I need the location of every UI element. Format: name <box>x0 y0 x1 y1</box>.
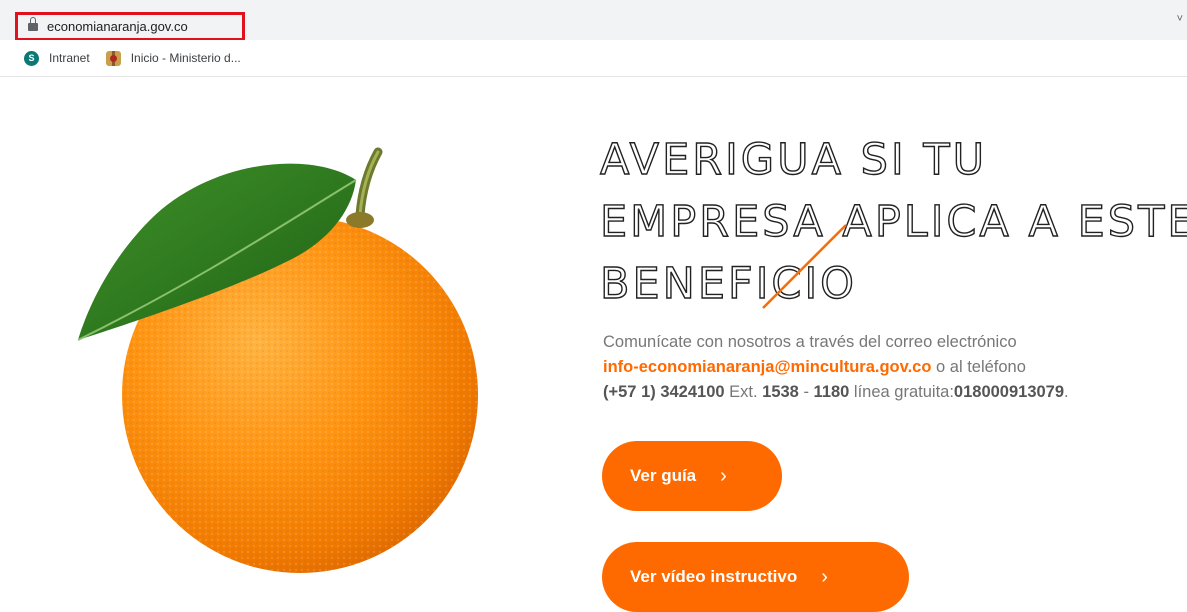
url-field[interactable]: economianaranja.gov.co <box>15 12 245 41</box>
sharepoint-icon: S <box>24 50 39 66</box>
ext-sep: - <box>798 382 814 401</box>
dropdown-chevron-icon[interactable]: ˅ <box>1177 13 1183 25</box>
chevron-right-icon: › <box>821 565 828 588</box>
headline-line-3: beneficio <box>599 258 857 309</box>
toll-free-label: línea gratuita: <box>849 382 954 401</box>
view-video-button[interactable]: Ver vídeo instructivo › <box>602 542 909 612</box>
bookmark-label: Intranet <box>49 51 90 65</box>
bookmarks-bar: S Intranet Inicio - Ministerio d... <box>0 40 1187 77</box>
bookmark-intranet[interactable]: S Intranet <box>24 50 90 66</box>
url-text: economianaranja.gov.co <box>47 19 188 34</box>
decorative-slash <box>762 224 847 309</box>
view-guide-button[interactable]: Ver guía › <box>602 441 782 511</box>
orange-image <box>60 130 560 600</box>
headline-line-1: Averigua si tu <box>599 134 988 185</box>
toll-free-number: 018000913079 <box>953 382 1065 401</box>
contact-intro: Comunícate con nosotros a través del cor… <box>603 332 1017 351</box>
address-bar: economianaranja.gov.co ˅ <box>0 0 1187 41</box>
bookmark-ministerio[interactable]: Inicio - Ministerio d... <box>105 50 241 66</box>
crest-icon <box>105 50 121 66</box>
ext-label: Ext. <box>724 382 763 401</box>
contact-end: . <box>1064 382 1069 401</box>
page-title: Averigua si tu empresa aplica a este ben… <box>599 129 1187 315</box>
phone-number: (+57 1) 3424100 <box>603 382 725 401</box>
view-video-label: Ver vídeo instructivo <box>630 567 798 586</box>
ext-2: 1180 <box>813 382 850 401</box>
phone-connector: o al teléfono <box>931 357 1026 376</box>
headline-line-2: empresa aplica a este <box>599 196 1187 247</box>
lock-icon[interactable] <box>28 17 38 31</box>
bookmark-label: Inicio - Ministerio d... <box>130 51 241 65</box>
contact-text: Comunícate con nosotros a través del cor… <box>603 330 1123 405</box>
chevron-right-icon: › <box>720 464 727 487</box>
email-link[interactable]: info-economianaranja@mincultura.gov.co <box>603 358 931 376</box>
view-guide-label: Ver guía <box>630 466 697 485</box>
ext-1: 1538 <box>762 382 799 401</box>
